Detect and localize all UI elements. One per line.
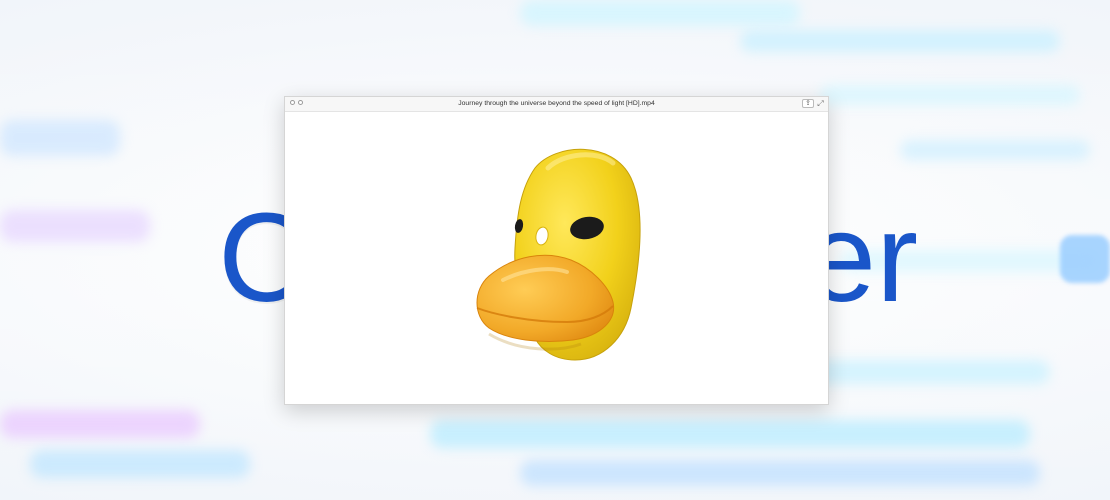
light-streak xyxy=(430,420,1030,448)
light-streak xyxy=(1060,235,1110,283)
light-streak xyxy=(520,0,800,26)
expand-icon[interactable]: ⤢ xyxy=(816,99,825,108)
share-icon[interactable]: ⇪ xyxy=(802,99,814,108)
light-streak xyxy=(0,410,200,438)
light-streak xyxy=(0,120,120,156)
window-title: Journey through the universe beyond the … xyxy=(458,100,655,107)
light-streak xyxy=(30,450,250,478)
video-player-window[interactable]: Journey through the universe beyond the … xyxy=(284,96,829,405)
light-streak xyxy=(0,210,150,242)
window-titlebar[interactable]: Journey through the universe beyond the … xyxy=(285,97,828,112)
light-streak xyxy=(520,460,1040,486)
light-streak xyxy=(820,85,1080,105)
video-frame[interactable] xyxy=(285,112,828,404)
light-streak xyxy=(900,140,1090,160)
light-streak xyxy=(740,30,1060,52)
duck-mask-image xyxy=(476,148,641,361)
